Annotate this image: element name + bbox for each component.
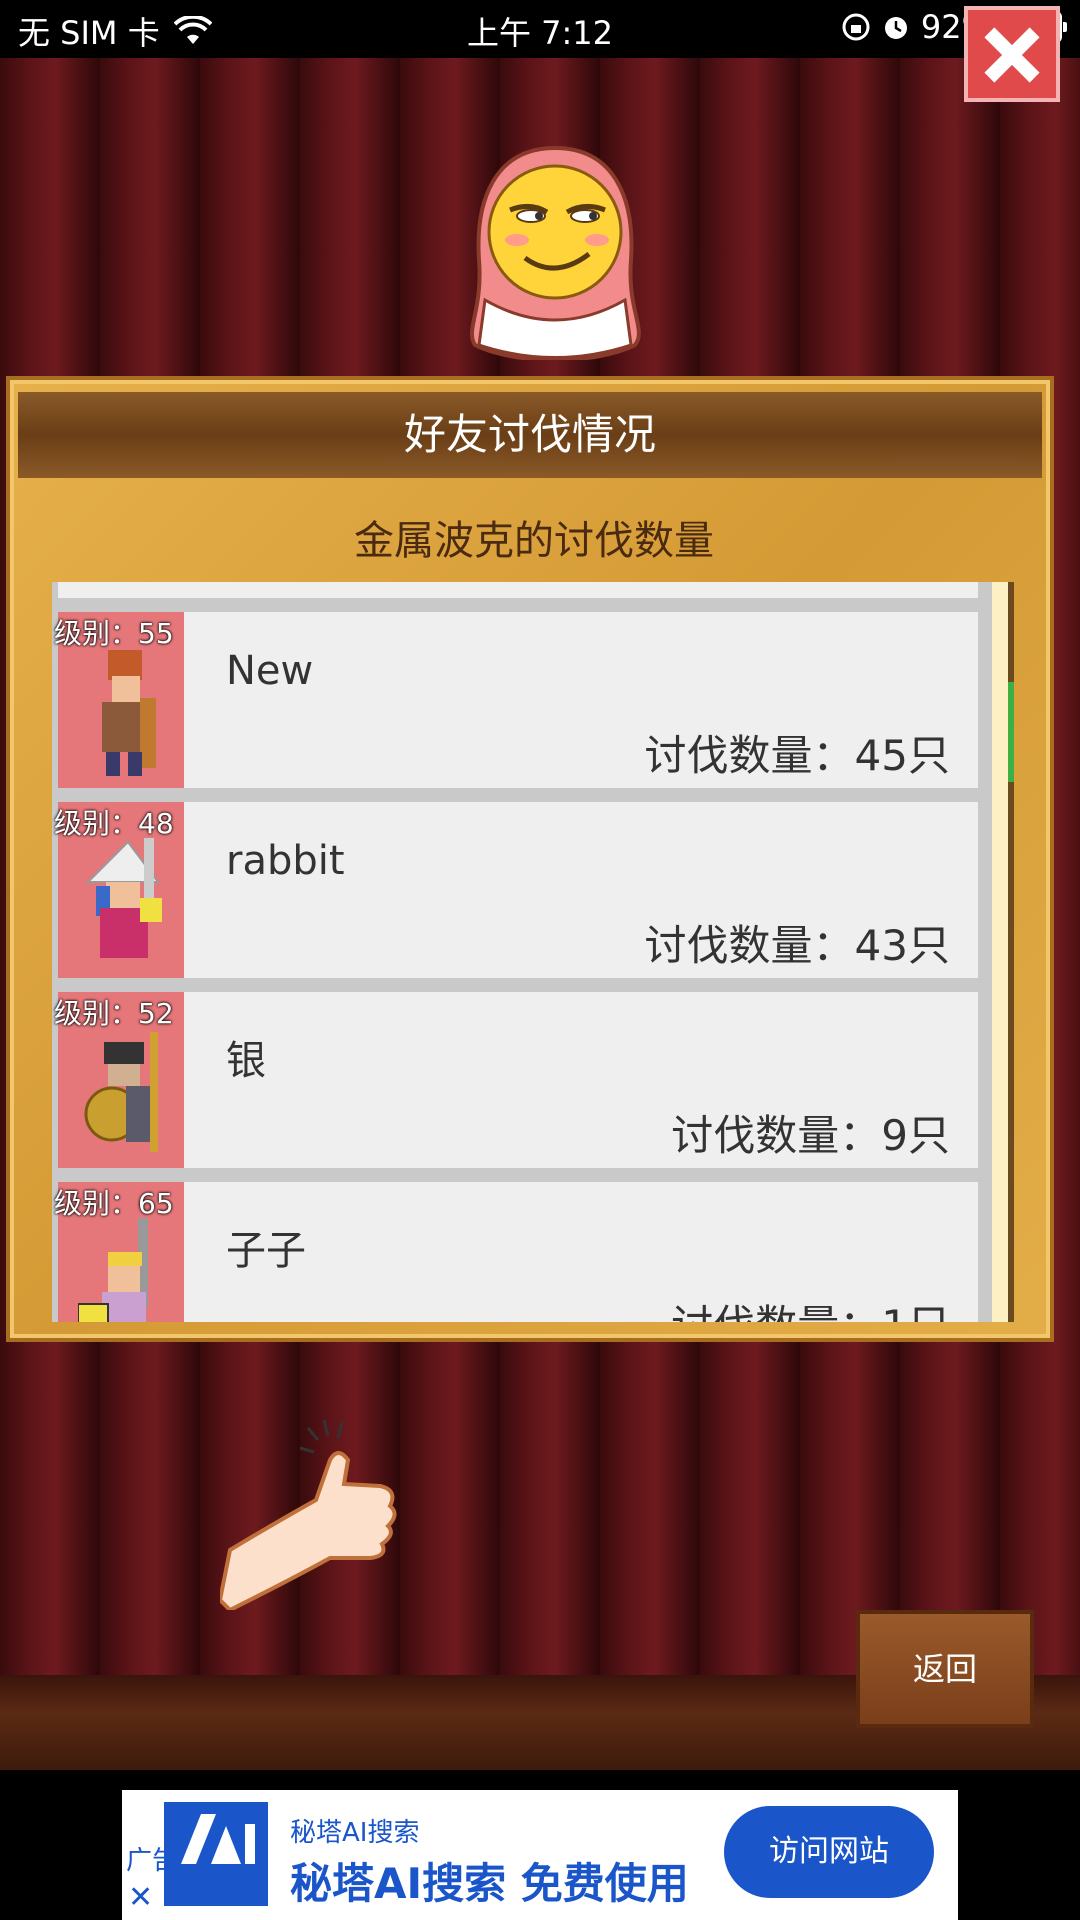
status-bar: 无 SIM 卡 上午 7:12 92% xyxy=(0,0,1080,58)
level-label: 级别：65 xyxy=(54,1187,174,1220)
visit-site-button[interactable]: 访问网站 xyxy=(724,1806,934,1898)
ad-headline: 秘塔AI搜索 免费使用 xyxy=(290,1859,689,1908)
level-label: 级别：48 xyxy=(54,807,174,840)
friend-name: New xyxy=(226,648,314,694)
ad-banner[interactable]: 广告 ✕ 秘塔AI搜索 秘塔AI搜索 免费使用 访问网站 xyxy=(122,1790,958,1920)
hunt-count: 讨伐数量：43只 xyxy=(644,921,950,970)
dialog-subtitle: 金属波克的讨伐数量 xyxy=(354,518,714,564)
knight-sprite-icon xyxy=(84,1032,158,1152)
ad-logo-icon xyxy=(164,1802,268,1906)
friend-name: 子子 xyxy=(226,1228,306,1274)
ad-small-title: 秘塔AI搜索 xyxy=(290,1818,420,1848)
list-item[interactable]: 级别：65 子子 讨伐数量：1只 xyxy=(54,1182,978,1322)
thumbs-up-icon xyxy=(220,1419,397,1610)
hunt-count: 讨伐数量：9只 xyxy=(671,1111,950,1160)
dialog-title: 好友讨伐情况 xyxy=(18,392,1042,478)
close-button[interactable] xyxy=(964,6,1060,102)
level-label: 级别：52 xyxy=(54,997,174,1030)
level-label: 级别：55 xyxy=(54,617,174,650)
ad-tag: 广告 xyxy=(126,1846,179,1876)
rotation-lock-icon xyxy=(842,13,870,41)
list-item-partial xyxy=(58,582,978,598)
hunt-count: 讨伐数量：45只 xyxy=(644,731,950,780)
friend-list[interactable]: 级别：55 New 讨伐数量：45只 级别：48 rabbit 讨伐数量：43只 xyxy=(52,582,1012,1322)
scrollbar-thumb[interactable] xyxy=(1008,682,1014,782)
scrollbar[interactable] xyxy=(992,582,1014,1322)
princess-sprite-icon xyxy=(78,1218,148,1322)
friend-name: 银 xyxy=(226,1038,266,1084)
hunt-count: 讨伐数量：1只 xyxy=(671,1292,950,1322)
ad-close-icon[interactable]: ✕ xyxy=(128,1880,153,1915)
list-item[interactable]: 级别：55 New 讨伐数量：45只 xyxy=(54,612,978,788)
alarm-icon xyxy=(884,17,907,39)
warrior-sprite-icon xyxy=(102,650,156,776)
friend-name: rabbit xyxy=(226,838,345,884)
list-item[interactable]: 级别：52 银 讨伐数量：9只 xyxy=(54,992,978,1168)
smirk-emoji-icon xyxy=(469,145,641,360)
wizard-sprite-icon xyxy=(85,838,162,958)
list-item[interactable]: 级别：48 rabbit 讨伐数量：43只 xyxy=(54,802,978,978)
back-button[interactable]: 返回 xyxy=(856,1610,1034,1728)
friend-hunt-dialog: 好友讨伐情况 金属波克的讨伐数量 级别：55 New 讨伐数量：45只 级别：4… xyxy=(6,376,1054,1342)
